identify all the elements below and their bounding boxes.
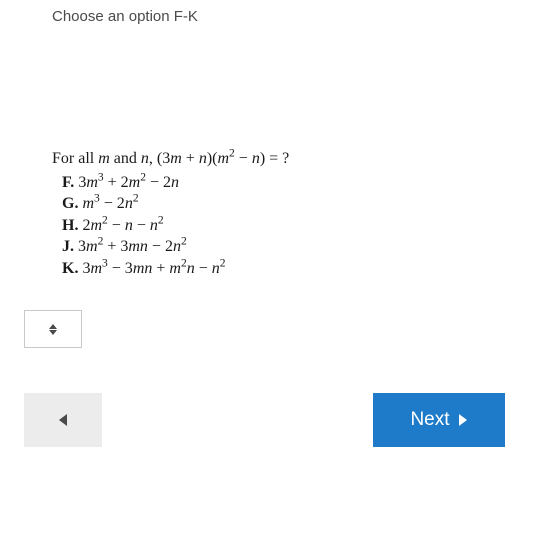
option-h: H. 2m2 − n − n2 <box>52 215 289 237</box>
option-h-label: H. <box>62 217 78 234</box>
question-block: For all m and n, (3m + n)(m2 − n) = ? F.… <box>52 148 289 280</box>
option-g: G. m3 − 2n2 <box>52 193 289 215</box>
question-prompt: For all m and n, (3m + n)(m2 − n) = ? <box>52 148 289 170</box>
option-k: K. 3m3 − 3mn + m2n − n2 <box>52 258 289 280</box>
option-j: J. 3m2 + 3mn − 2n2 <box>52 236 289 258</box>
next-button-label: Next <box>410 409 449 431</box>
option-g-label: G. <box>62 195 78 212</box>
option-k-label: K. <box>62 260 78 277</box>
option-h-expr: 2m2 − n − n2 <box>82 217 163 234</box>
updown-icon <box>49 324 57 335</box>
option-j-label: J. <box>62 238 74 255</box>
previous-button[interactable] <box>24 393 102 447</box>
next-button[interactable]: Next <box>373 393 505 447</box>
triangle-right-icon <box>458 413 468 427</box>
triangle-left-icon <box>58 413 68 427</box>
instruction-text: Choose an option F-K <box>52 8 198 25</box>
answer-dropdown[interactable] <box>24 310 82 348</box>
option-f-expr: 3m3 + 2m2 − 2n <box>78 174 179 191</box>
option-k-expr: 3m3 − 3mn + m2n − n2 <box>82 260 225 277</box>
option-f-label: F. <box>62 174 74 191</box>
option-j-expr: 3m2 + 3mn − 2n2 <box>78 238 187 255</box>
option-g-expr: m3 − 2n2 <box>82 195 138 212</box>
option-f: F. 3m3 + 2m2 − 2n <box>52 172 289 194</box>
